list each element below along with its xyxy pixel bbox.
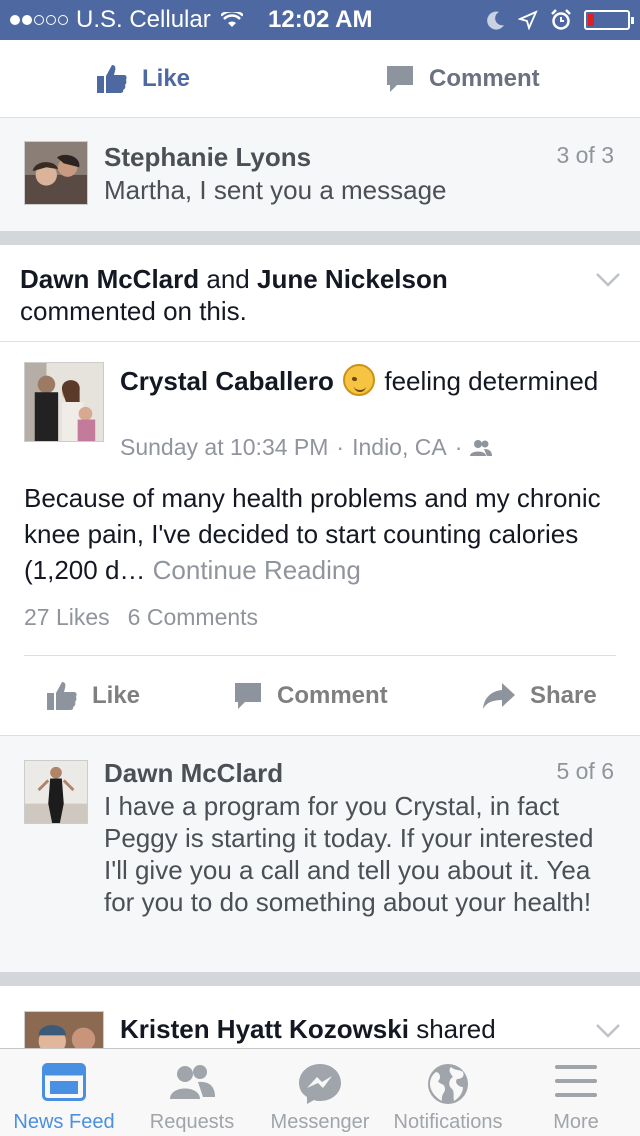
comment-counter: 5 of 6 — [556, 758, 614, 784]
post-location[interactable]: Indio, CA — [352, 434, 447, 461]
share-label: Share — [530, 681, 597, 709]
story-headline: Kristen Hyatt Kozowski shared — [120, 1014, 496, 1045]
carrier-name: U.S. Cellular — [76, 6, 211, 33]
clock: 12:02 AM — [268, 6, 373, 33]
meta-separator: · — [336, 434, 345, 460]
like-label: Like — [92, 681, 141, 709]
story-context-header: Dawn McClard and June Nickelson commente… — [0, 245, 640, 342]
commenter-name[interactable]: Stephanie Lyons — [104, 142, 311, 173]
comment-label: Comment — [277, 681, 388, 709]
requests-icon — [170, 1065, 215, 1099]
post-author-line: Crystal Caballero feeling determined — [120, 364, 620, 398]
share-arrow-icon — [483, 682, 515, 709]
avatar[interactable] — [24, 760, 88, 824]
messenger-icon — [299, 1064, 341, 1104]
commenter-name[interactable]: Dawn McClard — [104, 758, 283, 789]
chevron-down-icon[interactable] — [596, 1024, 620, 1038]
comment-button[interactable]: Comment — [385, 64, 540, 94]
tab-label: Requests — [149, 1111, 235, 1133]
comment-icon — [235, 682, 261, 709]
feed-divider — [0, 972, 640, 986]
likes-count[interactable]: 27 Likes — [24, 604, 110, 631]
post-timestamp[interactable]: Sunday at 10:34 PM — [120, 434, 328, 461]
wifi-icon — [220, 12, 243, 27]
comment-text: Martha, I sent you a message — [104, 175, 447, 205]
author-avatar[interactable] — [24, 1011, 104, 1048]
comment-button[interactable]: Comment — [233, 681, 388, 711]
comments-count[interactable]: 6 Comments — [128, 604, 258, 631]
comment-icon — [387, 65, 413, 92]
comment-text: I have a program for you Crystal, in fac… — [104, 791, 594, 917]
post-stats: 27 Likes 6 Comments — [24, 604, 258, 631]
tab-messenger[interactable]: Messenger — [256, 1049, 384, 1136]
tab-requests[interactable]: Requests — [128, 1049, 256, 1136]
continue-reading-link[interactable]: Continue Reading — [153, 555, 361, 585]
location-icon — [518, 10, 538, 30]
tab-news-feed[interactable]: News Feed — [0, 1049, 128, 1136]
previous-post-actions: Like Comment — [0, 40, 640, 118]
tab-label: More — [553, 1111, 599, 1133]
author-name[interactable]: Crystal Caballero — [120, 366, 334, 396]
news-feed-icon — [42, 1063, 86, 1101]
like-button[interactable]: Like — [96, 63, 190, 95]
signal-strength-icon — [10, 15, 68, 25]
author-name[interactable]: Kristen Hyatt Kozowski — [120, 1014, 409, 1044]
conjunction: and — [206, 264, 250, 294]
comment-preview[interactable]: Dawn McClard I have a program for you Cr… — [0, 736, 640, 972]
post-meta: Sunday at 10:34 PM · Indio, CA · — [120, 434, 493, 461]
feeling-text[interactable]: feeling determined — [384, 366, 598, 396]
battery-icon — [584, 10, 634, 30]
comment-preview[interactable]: Stephanie Lyons Martha, I sent you a mes… — [0, 118, 640, 231]
thumbs-up-icon — [97, 64, 127, 93]
status-bar: U.S. Cellular 12:02 AM — [0, 0, 640, 40]
tab-notifications[interactable]: Notifications — [384, 1049, 512, 1136]
author-avatar[interactable] — [24, 362, 104, 442]
tab-label: Notifications — [393, 1111, 503, 1133]
like-label: Like — [142, 64, 191, 92]
tab-label: Messenger — [270, 1111, 370, 1133]
alarm-icon — [551, 9, 571, 30]
friend-name[interactable]: June Nickelson — [257, 264, 448, 294]
next-story[interactable]: Kristen Hyatt Kozowski shared — [0, 986, 640, 1048]
friends-audience-icon — [470, 439, 493, 456]
meta-separator: · — [454, 434, 463, 460]
thumbs-up-icon — [47, 681, 77, 710]
tab-more[interactable]: More — [512, 1049, 640, 1136]
like-button[interactable]: Like — [46, 680, 140, 712]
menu-icon — [555, 1065, 597, 1097]
friend-name[interactable]: Dawn McClard — [20, 264, 199, 294]
story-action: shared — [416, 1014, 496, 1044]
post-actions: Like Comment Share — [0, 656, 640, 736]
comment-label: Comment — [429, 64, 540, 92]
determined-emoji-icon — [343, 364, 376, 396]
globe-icon — [428, 1064, 468, 1104]
story-context-text: commented on this. — [20, 296, 247, 326]
bottom-tab-bar: News Feed Requests Messenger Notificatio… — [0, 1048, 640, 1136]
post-body: Because of many health problems and my c… — [24, 480, 624, 588]
chevron-down-icon[interactable] — [596, 273, 620, 287]
feed-divider — [0, 231, 640, 245]
tab-label: News Feed — [13, 1111, 115, 1133]
share-button[interactable]: Share — [482, 681, 597, 711]
comment-counter: 3 of 3 — [556, 142, 614, 168]
moon-icon — [487, 11, 504, 30]
avatar[interactable] — [24, 141, 88, 205]
